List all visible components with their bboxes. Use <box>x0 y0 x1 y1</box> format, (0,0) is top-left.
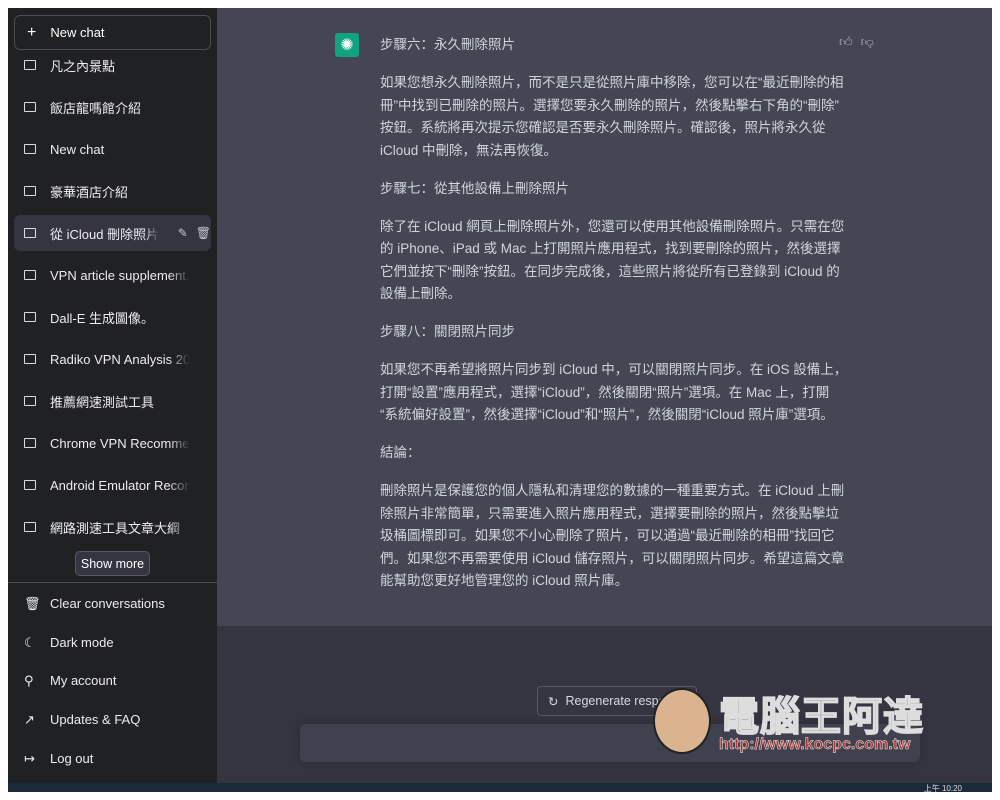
text-line: 按鈕。系統將再次提示您確認是否要永久刪除照片。確認後，照片將永久從 <box>380 120 826 135</box>
conversation-item[interactable]: 凡之內景點 <box>14 47 211 83</box>
taskbar: 上午 10:20 <box>8 783 992 792</box>
label: Dark mode <box>50 634 114 650</box>
dark-mode-button[interactable]: ☾ Dark mode <box>14 625 114 659</box>
chat-bubble-icon <box>24 312 36 322</box>
chat-bubble-icon <box>24 144 36 154</box>
text-line: 除了在 iCloud 網頁上刪除照片外，您還可以使用其他設備刪除照片。只需在您 <box>380 218 845 234</box>
regenerate-response-button[interactable]: ↻ Regenerate response <box>537 686 697 716</box>
text-line: 步驟八：關閉照片同步 <box>380 324 515 339</box>
new-chat-label: New chat <box>50 25 105 40</box>
chat-bubble-icon <box>24 396 36 406</box>
label: Clear conversations <box>50 595 165 611</box>
conversation-item[interactable]: 從 iCloud 刪除照片 ✎ 🗑 <box>14 215 211 251</box>
plus-icon: + <box>27 23 37 41</box>
paragraph: 除了在 iCloud 網頁上刪除照片外，您還可以使用其他設備刪除照片。只需在您的… <box>380 216 850 306</box>
paragraph: 如果您不再希望將照片同步到 iCloud 中，可以關閉照片同步。在 iOS 設備… <box>380 359 850 427</box>
conversation-title: 飯店龍嗎館介紹 <box>50 100 142 116</box>
text-line: 的 iPhone、iPad 或 Mac 上打開照片應用程式，找到要刪除的照片，然… <box>380 241 841 256</box>
chat-bubble-icon <box>24 480 36 490</box>
text-line: 如果您想永久刪除照片，而不是只是從照片庫中移除，您可以在“最近刪除的相 <box>380 75 844 90</box>
conversation-title: 凡之內景點 <box>50 58 116 74</box>
text-line: 打開“設置”應用程式，選擇“iCloud”，然後關閉“照片”選項。在 Mac 上… <box>380 384 830 400</box>
chat-bubble-icon <box>24 228 36 238</box>
text-line: 冊”中找到已刪除的照片。選擇您要永久刪除的照片，然後點擊右下角的“刪除” <box>380 97 839 113</box>
text-line: 設備上刪除。 <box>380 286 461 301</box>
conversation-item[interactable]: 網路測速工具文章大綱 <box>14 509 211 545</box>
conversation-item[interactable]: 推薦網速測試工具 <box>14 383 211 419</box>
message-input[interactable] <box>300 724 920 762</box>
label: Log out <box>50 750 94 766</box>
message-content: 步驟六：永久刪除照片如果您想永久刪除照片，而不是只是從照片庫中移除，您可以在“最… <box>380 34 850 608</box>
paragraph: 如果您想永久刪除照片，而不是只是從照片庫中移除，您可以在“最近刪除的相 冊”中找到… <box>380 72 850 162</box>
conversation-title: Radiko VPN Analysis 2023 <box>50 351 190 367</box>
log-out-button[interactable]: ↦ Log out <box>14 741 93 775</box>
thumbs-up-icon[interactable]: 👍︎ <box>839 34 853 50</box>
conversation-item[interactable]: VPN article supplement. <box>14 257 211 293</box>
chat-bubble-icon <box>24 438 36 448</box>
conversation-title: 網路測速工具文章大綱 <box>50 520 181 536</box>
thumbs-down-icon[interactable]: 👎︎ <box>861 34 874 50</box>
regenerate-label: Regenerate response <box>565 694 686 708</box>
section-heading: 步驟六：永久刪除照片 <box>380 34 850 57</box>
taskbar-clock: 上午 10:20 <box>923 784 962 792</box>
trash-icon: 🗑 <box>24 596 41 611</box>
external-link-icon: ↗ <box>24 712 35 727</box>
user-icon: ⚲ <box>24 673 34 688</box>
conversation-item[interactable]: Android Emulator Recommendations <box>14 467 211 503</box>
updates-faq-link[interactable]: ↗ Updates & FAQ <box>14 702 140 736</box>
text-line: 圾桶圖標即可。如果您不小心刪除了照片，可以通過“最近刪除的相冊”找回它 <box>380 528 835 543</box>
trash-icon[interactable]: 🗑 <box>196 226 211 240</box>
label: Updates & FAQ <box>50 711 141 727</box>
assistant-message: ✺ 步驟六：永久刪除照片如果您想永久刪除照片，而不是只是從照片庫中移除，您可以在… <box>217 8 992 626</box>
conversation-title: Chrome VPN Recommendations <box>50 435 190 451</box>
chatgpt-logo-icon: ✺ <box>335 33 359 57</box>
new-chat-button[interactable]: + New chat <box>14 15 211 50</box>
text-line: “系統偏好設置”，然後選擇“iCloud”和“照片”，然後關閉“iCloud 照… <box>380 407 834 422</box>
conversation-title: VPN article supplement. <box>50 267 190 283</box>
text-line: 步驟六：永久刪除照片 <box>380 37 515 52</box>
conversation-item[interactable]: 豪華酒店介紹 <box>14 173 211 209</box>
conversation-title: 豪華酒店介紹 <box>50 184 129 200</box>
section-heading: 步驟七：從其他設備上刪除照片 <box>380 178 850 201</box>
conversation-title: 推薦網速測試工具 <box>50 394 155 410</box>
logout-icon: ↦ <box>24 751 35 766</box>
text-line: 它們並按下“刪除”按鈕。在同步完成後，這些照片將從所有已登錄到 iCloud 的 <box>380 263 840 279</box>
conversation-title: Dall-E 生成圖像。 <box>50 310 155 326</box>
label: My account <box>50 672 117 688</box>
conversation-item[interactable]: Radiko VPN Analysis 2023 <box>14 341 211 377</box>
sidebar: + New chat 凡之內景點飯店龍嗎館介紹 New chat 豪華酒店介紹從 i… <box>8 8 217 783</box>
text-line: 結論： <box>380 445 421 460</box>
section-heading: 步驟八：關閉照片同步 <box>380 321 850 344</box>
text-line: 步驟七：從其他設備上刪除照片 <box>380 180 569 196</box>
conversation-item[interactable]: Chrome VPN Recommendations <box>14 425 211 461</box>
conversation-title: 從 iCloud 刪除照片 <box>50 226 160 242</box>
my-account-button[interactable]: ⚲ My account <box>14 663 116 697</box>
text-line: 刪除照片是保護您的個人隱私和清理您的數據的一種重要方式。在 iCloud 上刪 <box>380 483 845 498</box>
conversation-title: New chat <box>50 141 105 157</box>
chat-bubble-icon <box>24 60 36 70</box>
refresh-icon: ↻ <box>548 694 559 709</box>
clear-conversations-button[interactable]: 🗑 Clear conversations <box>14 586 165 620</box>
chat-bubble-icon <box>24 102 36 112</box>
moon-icon: ☾ <box>24 635 36 650</box>
conversation-item[interactable]: Dall-E 生成圖像。 <box>14 299 211 335</box>
chat-bubble-icon <box>24 270 36 280</box>
conversation-item[interactable]: New chat <box>14 131 211 167</box>
edit-icon[interactable]: ✎ <box>178 226 188 240</box>
show-more-button[interactable]: Show more <box>75 551 150 576</box>
conversation-item[interactable]: 飯店龍嗎館介紹 <box>14 89 211 125</box>
section-heading: 結論： <box>380 442 850 465</box>
divider <box>8 582 217 583</box>
chat-bubble-icon <box>24 522 36 532</box>
chat-bubble-icon <box>24 186 36 196</box>
text-line: 們。如果您不再需要使用 iCloud 儲存照片，可以關閉照片同步。希望這篇文章 <box>380 550 845 566</box>
chat-bubble-icon <box>24 354 36 364</box>
text-line: 除照片非常簡單，只需要進入照片應用程式，選擇要刪除的照片，然後點擊垃 <box>380 505 839 521</box>
conversation-title: Android Emulator Recommendations <box>50 477 190 493</box>
text-line: 如果您不再希望將照片同步到 iCloud 中，可以關閉照片同步。在 iOS 設備… <box>380 362 848 377</box>
text-line: iCloud 中刪除，無法再恢復。 <box>380 142 558 158</box>
chat-app: + New chat 凡之內景點飯店龍嗎館介紹 New chat 豪華酒店介紹從 i… <box>8 8 992 792</box>
paragraph: 刪除照片是保護您的個人隱私和清理您的數據的一種重要方式。在 iCloud 上刪除… <box>380 480 850 593</box>
text-line: 能幫助您更好地管理您的 iCloud 照片庫。 <box>380 573 629 588</box>
